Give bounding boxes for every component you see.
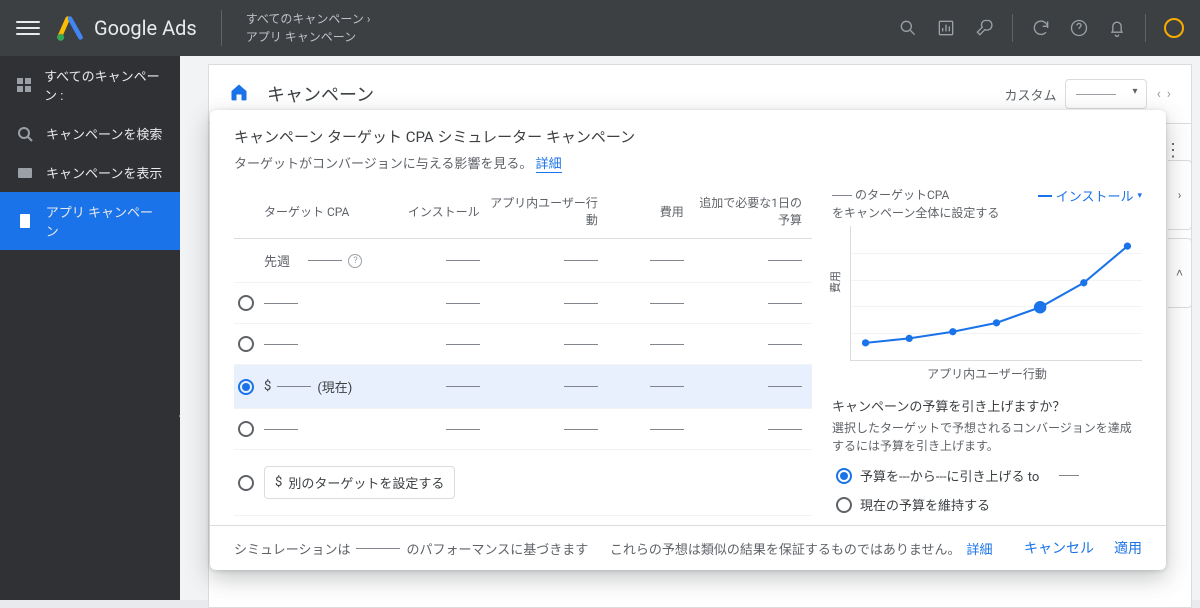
- modal-title: キャンペーン ターゲット CPA シミュレーター キャンペーン: [234, 126, 1142, 147]
- overflow-menu-icon[interactable]: ⋮: [1164, 140, 1182, 161]
- avatar[interactable]: [1164, 18, 1184, 38]
- set-alt-target-button[interactable]: $ 別のターゲットを設定する: [264, 466, 455, 499]
- side-panel-toggle[interactable]: ˄: [1168, 238, 1192, 308]
- help-icon[interactable]: ?: [348, 254, 362, 268]
- app-icon: [16, 212, 34, 230]
- table-row-current[interactable]: $ (現在): [234, 365, 812, 409]
- table-row[interactable]: [234, 283, 812, 324]
- display-icon: [16, 164, 34, 182]
- budget-radio[interactable]: [836, 497, 852, 513]
- notifications-icon[interactable]: [1107, 18, 1127, 38]
- search-icon[interactable]: [898, 18, 918, 38]
- col-target-cpa: ターゲット CPA: [264, 203, 393, 220]
- chart-x-label: アプリ内ユーザー行動: [832, 365, 1142, 382]
- nav-label: すべてのキャンペーン :: [44, 66, 164, 104]
- simulator-table: ターゲット CPA インストール アプリ内ユーザー行動 費用 追加で必要な1日の…: [234, 186, 812, 525]
- col-cost: 費用: [608, 203, 694, 220]
- home-icon[interactable]: [229, 82, 249, 106]
- chart-y-label: 費用: [827, 271, 843, 293]
- product-name: Google Ads: [94, 16, 197, 40]
- budget-question-desc: 選択したターゲットで予想されるコンバージョンを達成するには予算を引き上げます。: [832, 419, 1142, 455]
- chart-panel: のターゲットCPA をキャンペーン全体に設定する インストール 費用 アプリ内ユ…: [832, 186, 1142, 525]
- modal-footer: シミュレーションは のパフォーマンスに基づきます これらの予想は類似の結果を保証…: [210, 525, 1166, 570]
- tools-icon[interactable]: [974, 18, 994, 38]
- current-suffix: (現在): [317, 377, 352, 396]
- refresh-icon[interactable]: [1031, 18, 1051, 38]
- date-range-picker[interactable]: [1065, 79, 1147, 109]
- nav-display-campaigns[interactable]: キャンペーンを表示: [0, 153, 180, 192]
- table-row[interactable]: [234, 409, 812, 450]
- budget-option-keep[interactable]: 現在の予算を維持する: [832, 490, 1142, 519]
- apply-button[interactable]: 適用: [1114, 538, 1142, 558]
- nav-search-campaigns[interactable]: キャンペーンを検索: [0, 114, 180, 153]
- row-radio[interactable]: [238, 379, 254, 395]
- date-prev-icon[interactable]: ‹: [1157, 86, 1161, 102]
- date-range-label: カスタム: [1005, 85, 1057, 104]
- budget-question: キャンペーンの予算を引き上げますか？ 選択したターゲットで予想されるコンバージョ…: [832, 396, 1142, 519]
- budget-question-title: キャンペーンの予算を引き上げますか？: [832, 396, 1142, 415]
- breadcrumb-current[interactable]: アプリ キャンペーン: [246, 28, 371, 46]
- left-nav: すべてのキャンペーン : キャンペーンを検索 キャンペーンを表示 アプリ キャン…: [0, 56, 180, 600]
- col-additional-budget: 追加で必要な1日の予算: [694, 194, 812, 228]
- ads-logo-icon: [56, 14, 84, 42]
- table-row[interactable]: [234, 324, 812, 365]
- chart-metric-select[interactable]: インストール: [1038, 186, 1142, 205]
- search-small-icon: [16, 125, 34, 143]
- nav-label: アプリ キャンペーン: [46, 202, 164, 240]
- budget-option-raise[interactable]: 予算を---から---に引き上げる to: [832, 461, 1142, 490]
- divider: [1145, 14, 1146, 42]
- modal-subtitle: ターゲットがコンバージョンに与える影響を見る。 詳細: [234, 153, 1142, 172]
- simulator-chart: 費用: [850, 226, 1142, 361]
- footer-details-link[interactable]: 詳細: [967, 539, 993, 558]
- reports-icon[interactable]: [936, 18, 956, 38]
- budget-radio[interactable]: [836, 468, 852, 484]
- page-title: キャンペーン: [267, 81, 1005, 107]
- chart-head-text: のターゲットCPA をキャンペーン全体に設定する: [832, 186, 999, 222]
- side-panels: › ˄: [1168, 160, 1192, 570]
- col-installs: インストール: [393, 203, 490, 220]
- currency-symbol: $: [264, 379, 271, 394]
- nav-app-campaigns[interactable]: アプリ キャンペーン: [0, 192, 180, 250]
- date-next-icon[interactable]: ›: [1167, 86, 1171, 102]
- nav-all-campaigns[interactable]: すべてのキャンペーン :: [0, 56, 180, 114]
- table-header-row: ターゲット CPA インストール アプリ内ユーザー行動 費用 追加で必要な1日の…: [234, 186, 812, 239]
- row-radio[interactable]: [238, 475, 254, 491]
- help-icon[interactable]: [1069, 18, 1089, 38]
- side-panel-toggle[interactable]: ›: [1168, 160, 1192, 230]
- modal-learn-more-link[interactable]: 詳細: [536, 157, 562, 173]
- row-last-week: 先週 ?: [234, 239, 812, 283]
- topbar-actions: [898, 14, 1184, 42]
- row-radio[interactable]: [238, 336, 254, 352]
- table-row-custom[interactable]: $ 別のターゲットを設定する: [234, 450, 812, 516]
- cancel-button[interactable]: キャンセル: [1024, 538, 1094, 558]
- row-radio[interactable]: [238, 295, 254, 311]
- grid-icon: [16, 76, 32, 94]
- col-in-app: アプリ内ユーザー行動: [490, 194, 608, 228]
- cpa-simulator-modal: キャンペーン ターゲット CPA シミュレーター キャンペーン ターゲットがコン…: [210, 110, 1166, 570]
- breadcrumb-parent[interactable]: すべてのキャンペーン: [246, 10, 371, 28]
- top-bar: Google Ads すべてのキャンペーン アプリ キャンペーン: [0, 0, 1200, 56]
- last-week-label: 先週: [264, 251, 290, 270]
- divider: [1012, 14, 1013, 42]
- nav-label: キャンペーンを検索: [46, 124, 162, 143]
- row-radio[interactable]: [238, 421, 254, 437]
- breadcrumb[interactable]: すべてのキャンペーン アプリ キャンペーン: [221, 10, 371, 46]
- product-logo[interactable]: Google Ads: [56, 14, 197, 42]
- nav-label: キャンペーンを表示: [46, 163, 162, 182]
- menu-icon[interactable]: [16, 16, 40, 40]
